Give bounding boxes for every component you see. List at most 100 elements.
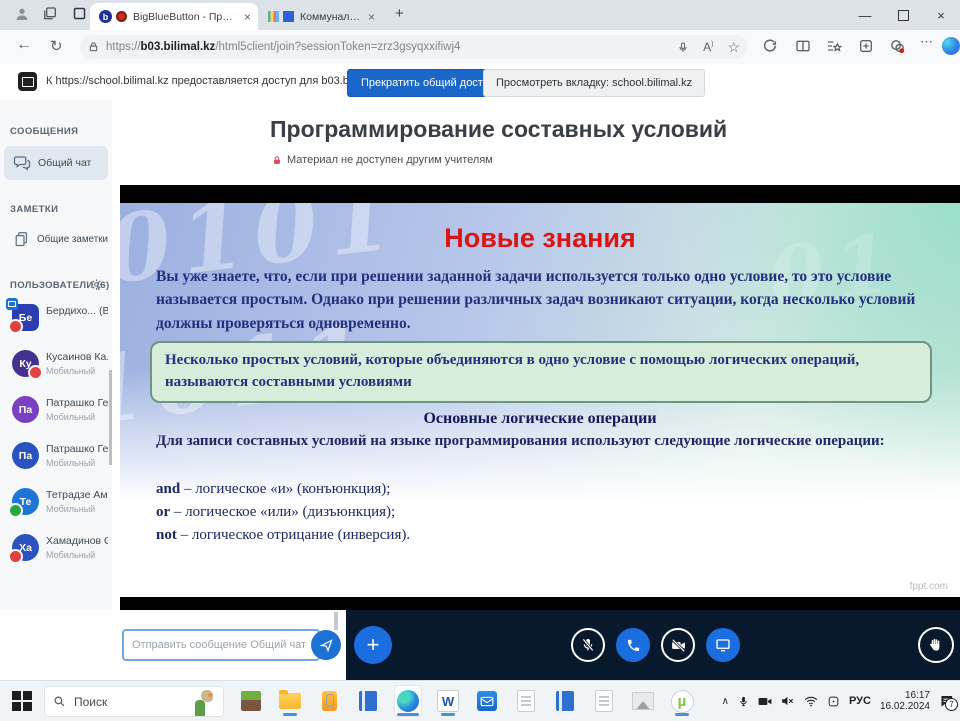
system-tray: ∧ РУС 16:17 16.02.2024 7	[722, 681, 960, 721]
bigbluebutton-app: СООБЩЕНИЯ Общий чат ЗАМЕТКИ Общие заметк…	[0, 100, 960, 680]
file-explorer-icon[interactable]	[277, 686, 303, 716]
sidebar-item-shared-notes[interactable]: Общие заметки	[4, 222, 108, 256]
copilot-icon[interactable]	[942, 37, 960, 55]
user-list-item[interactable]: Ха Хамадинов С... Мобильный	[0, 530, 112, 576]
read-aloud-icon[interactable]: A)	[703, 40, 713, 54]
chat-message-input[interactable]	[122, 629, 320, 661]
user-name: Патрашко Ге...	[46, 443, 108, 455]
slide-operation-or: or – логическое «или» (дизъюнкция);	[156, 504, 395, 521]
address-bar[interactable]: https://b03.bilimal.kz/html5client/join?…	[80, 35, 748, 59]
tab-actions-icon[interactable]	[72, 6, 87, 21]
actions-bar: +	[346, 610, 960, 680]
browser-essentials-icon[interactable]	[762, 38, 778, 54]
access-note: Материал не доступен другим учителям	[272, 154, 493, 166]
minecraft-icon[interactable]	[238, 686, 264, 716]
browser-tab-bigbluebutton[interactable]: b BigBlueButton - Программ... ×	[90, 3, 258, 30]
language-indicator[interactable]: РУС	[849, 695, 871, 707]
clock[interactable]: 16:17 16.02.2024	[880, 690, 930, 712]
taskbar-search[interactable]: Поиск	[44, 686, 224, 717]
send-message-button[interactable]	[311, 630, 341, 660]
new-tab-icon[interactable]: +	[395, 5, 404, 22]
user-list-item[interactable]: Бе Бердихо... (Вы)	[0, 300, 112, 346]
messages-header: СООБЩЕНИЯ	[10, 126, 78, 137]
tray-camera-icon[interactable]	[758, 696, 772, 707]
site-favicon-icon	[283, 11, 294, 22]
split-screen-icon[interactable]	[795, 38, 811, 54]
actions-plus-button[interactable]: +	[354, 626, 392, 664]
back-icon[interactable]: ←	[16, 36, 32, 54]
microphone-muted-button[interactable]	[571, 628, 605, 662]
chat-icon	[13, 154, 31, 172]
profile-icon[interactable]	[14, 6, 30, 22]
tab-close-icon[interactable]: ×	[237, 10, 258, 24]
user-list-item[interactable]: Па Патрашко Ге... Мобильный	[0, 392, 112, 438]
notification-center-icon[interactable]: 7	[939, 694, 954, 708]
screen-share-button[interactable]	[706, 628, 740, 662]
clip-app-icon[interactable]	[316, 686, 342, 716]
start-button[interactable]	[12, 691, 32, 711]
add-to-collection-icon[interactable]	[858, 38, 874, 54]
chat-scrollbar[interactable]	[334, 612, 338, 630]
slide-subheading: Основные логические операции	[120, 410, 960, 428]
phone-muted-badge-icon	[8, 549, 23, 564]
journal-app-icon[interactable]	[355, 686, 381, 716]
browser-tab-school-site[interactable]: Коммунальное государств... ×	[262, 3, 382, 30]
more-menu-icon[interactable]: ⋯	[920, 34, 934, 50]
utorrent-icon[interactable]: µ	[669, 686, 695, 716]
mail-icon[interactable]	[474, 686, 500, 716]
tray-microphone-icon[interactable]	[738, 695, 749, 708]
bbb-sidebar: СООБЩЕНИЯ Общий чат ЗАМЕТКИ Общие заметк…	[0, 100, 113, 680]
view-shared-tab-button[interactable]: Просмотреть вкладку: school.bilimal.kz	[483, 69, 705, 97]
user-name: Тетрадзе Ам...	[46, 489, 108, 501]
user-device: Мобильный	[46, 504, 95, 514]
browser-toolbar: ← ↻ https://b03.bilimal.kz/html5client/j…	[0, 30, 960, 65]
photos-app-icon[interactable]	[630, 686, 656, 716]
slide-watermark: fppt.com	[910, 581, 948, 592]
document-app-icon[interactable]	[591, 686, 617, 716]
tab-share-icon	[18, 72, 37, 91]
user-device: Мобильный	[46, 458, 95, 468]
restore-button[interactable]	[884, 0, 922, 30]
phone-audio-button[interactable]	[616, 628, 650, 662]
close-button[interactable]: ×	[922, 0, 960, 30]
bottom-bar: +	[0, 610, 960, 680]
notification-count-badge: 7	[945, 698, 958, 711]
collections-icon[interactable]	[826, 38, 842, 54]
slide-operation-not: not – логическое отрицание (инверсия).	[156, 527, 410, 544]
user-name: Патрашко Ге...	[46, 397, 108, 409]
user-list-item[interactable]: Те Тетрадзе Ам... Мобильный	[0, 484, 112, 530]
document-app-icon[interactable]	[513, 686, 539, 716]
raise-hand-button[interactable]	[918, 627, 954, 663]
minimize-button[interactable]: —	[846, 0, 884, 30]
screen-share-badge-icon	[6, 298, 18, 310]
tray-volume-muted-icon[interactable]	[781, 695, 795, 707]
voice-search-icon[interactable]	[677, 41, 689, 54]
refresh-icon[interactable]: ↻	[50, 37, 63, 55]
slide-operation-and: and – логическое «и» (конъюнкция);	[156, 481, 390, 498]
word-icon[interactable]: W	[435, 686, 461, 716]
user-name: Бердихо... (Вы)	[46, 305, 108, 317]
tray-date: 16.02.2024	[880, 701, 930, 712]
edge-browser-icon[interactable]	[394, 685, 422, 717]
notes-icon	[13, 231, 30, 248]
manage-users-gear-icon[interactable]	[90, 278, 103, 291]
tray-safely-remove-icon[interactable]	[827, 695, 840, 708]
tab-close-icon[interactable]: ×	[361, 10, 382, 24]
avatar: Па	[19, 404, 32, 416]
search-placeholder: Поиск	[74, 695, 189, 709]
voice-badge-icon	[8, 503, 23, 518]
avatar: Па	[19, 450, 32, 462]
workspaces-icon[interactable]	[42, 6, 58, 22]
user-list-item[interactable]: Па Патрашко Ге... Мобильный	[0, 438, 112, 484]
webcam-off-button[interactable]	[661, 628, 695, 662]
sidebar-item-public-chat[interactable]: Общий чат	[4, 146, 108, 180]
journal-app-icon[interactable]	[552, 686, 578, 716]
user-list-item[interactable]: Ку Кусаинов Ка... Мобильный	[0, 346, 112, 392]
slide-definition-box: Несколько простых условий, которые объед…	[150, 341, 932, 403]
favorite-star-icon[interactable]: ☆	[727, 39, 740, 56]
presentation-slide: 0101 1011 01 Новые знания Вы уже знаете,…	[120, 185, 960, 610]
hidden-icons-chevron-icon[interactable]: ∧	[722, 696, 729, 707]
tray-network-icon[interactable]	[804, 696, 818, 707]
lock-icon	[272, 155, 282, 166]
extensions-alert-icon[interactable]	[889, 38, 906, 55]
